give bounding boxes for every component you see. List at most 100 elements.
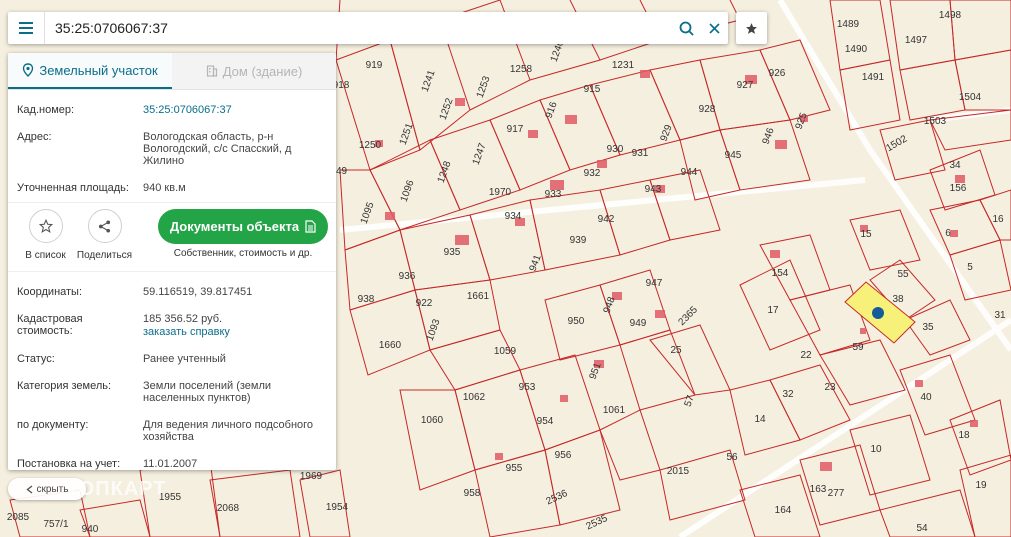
building-icon xyxy=(206,65,217,77)
tab-land-plot[interactable]: Земельный участок xyxy=(8,53,172,89)
parcel-label: 35 xyxy=(922,322,934,333)
info-bottom: Координаты: 59.116519, 39.817451 Кадастр… xyxy=(8,272,336,470)
search-icon xyxy=(679,21,694,36)
parcel-label: 23 xyxy=(824,382,836,393)
search-bar xyxy=(8,12,728,44)
location-marker[interactable] xyxy=(872,307,884,319)
parcel-label: 944 xyxy=(681,167,698,178)
info-row-area: Уточненная площадь: 940 кв.м xyxy=(8,182,336,194)
favorite-button[interactable] xyxy=(736,12,767,44)
clear-button[interactable] xyxy=(700,12,728,44)
parcel-label: 31 xyxy=(994,310,1006,321)
parcel-label: 928 xyxy=(699,104,716,115)
search-button[interactable] xyxy=(672,12,700,44)
parcel-label: 926 xyxy=(769,68,786,79)
parcel-label: 917 xyxy=(507,124,524,135)
share-label: Поделиться xyxy=(76,250,133,261)
chevron-left-icon xyxy=(25,484,32,494)
object-documents-button[interactable]: Документы объекта xyxy=(158,209,328,244)
hide-panel-label: скрыть xyxy=(36,483,69,495)
parcel-label: 10 xyxy=(870,444,882,455)
cadnum-key: Кад.номер: xyxy=(17,104,75,116)
coords-key: Координаты: xyxy=(17,286,83,298)
info-row-status: Статус: Ранее учтенный xyxy=(8,353,336,365)
parcel-label: 1060 xyxy=(421,415,444,426)
parcel-label: 757/1 xyxy=(43,519,68,530)
info-row-registration: Постановка на учет: 11.01.2007 xyxy=(8,458,336,470)
parcel-label: 1490 xyxy=(845,44,868,55)
add-to-list-button[interactable]: В список xyxy=(16,209,75,261)
parcel-label: 14 xyxy=(754,414,766,425)
share-icon xyxy=(98,219,111,233)
search-input[interactable] xyxy=(45,13,672,43)
parcel-label: 945 xyxy=(725,150,742,161)
object-tabs: Земельный участок Дом (здание) xyxy=(8,53,336,90)
parcel-label: 22 xyxy=(800,350,812,361)
parcel-label: 1498 xyxy=(939,10,962,21)
parcel-label: 919 xyxy=(366,60,383,71)
parcel-label: 1660 xyxy=(379,340,402,351)
parcel-label: 927 xyxy=(737,80,754,91)
parcel-label: 59 xyxy=(852,342,864,353)
parcel-label: 953 xyxy=(519,382,536,393)
star-outline-icon xyxy=(38,219,53,233)
pin-icon xyxy=(23,63,34,77)
parcel-label: 915 xyxy=(584,84,601,95)
document-icon xyxy=(305,220,316,233)
menu-button[interactable] xyxy=(8,12,45,44)
parcel-label: 1062 xyxy=(463,392,486,403)
parcel-label: 936 xyxy=(399,271,416,282)
parcel-label: 1503 xyxy=(924,116,947,127)
actions-bar: В список Поделиться Документы объекта Со… xyxy=(8,202,336,272)
parcel-label: 958 xyxy=(464,488,481,499)
parcel-label: 5 xyxy=(967,262,973,273)
info-row-address: Адрес: Вологодская область, р-н Вологодс… xyxy=(8,131,336,167)
docs-block: Документы объекта Собственник, стоимость… xyxy=(158,209,328,259)
parcel-label: 1250 xyxy=(359,140,382,151)
parcel-label: 943 xyxy=(645,184,662,195)
parcel-label: 18 xyxy=(958,430,970,441)
parcel-label: 38 xyxy=(892,294,904,305)
info-row-document: по документу: Для ведения личного подсоб… xyxy=(8,419,336,443)
parcel-label: 16 xyxy=(992,214,1004,225)
parcel-label: 40 xyxy=(920,392,932,403)
registration-key: Постановка на учет: xyxy=(17,458,121,470)
address-key: Адрес: xyxy=(17,131,52,143)
parcel-label: 2015 xyxy=(667,466,690,477)
cost-value-block: 185 356.52 руб. заказать справку xyxy=(143,313,323,338)
document-value: Для ведения личного подсобного хозяйства xyxy=(143,419,314,443)
parcel-label: 940 xyxy=(82,524,99,535)
add-to-list-label: В список xyxy=(25,250,66,261)
order-certificate-link[interactable]: заказать справку xyxy=(143,326,323,338)
hamburger-icon xyxy=(19,22,33,34)
parcel-label: 17 xyxy=(767,305,779,316)
parcel-label: 949 xyxy=(630,318,647,329)
parcel-label: 956 xyxy=(555,450,572,461)
parcel-label: 934 xyxy=(505,211,522,222)
parcel-label: 154 xyxy=(772,268,789,279)
status-key: Статус: xyxy=(17,353,55,365)
parcel-label: 32 xyxy=(782,389,794,400)
parcel-label: 6 xyxy=(945,228,951,239)
parcel-label: 2068 xyxy=(217,503,240,514)
parcel-label: 1497 xyxy=(905,35,928,46)
parcel-label: 932 xyxy=(584,168,601,179)
parcel-label: 947 xyxy=(646,278,663,289)
parcel-label: 938 xyxy=(358,294,375,305)
share-button[interactable]: Поделиться xyxy=(75,209,134,261)
parcel-label: 939 xyxy=(570,235,587,246)
info-panel: Земельный участок Дом (здание) Кад.номер… xyxy=(8,53,336,470)
category-value: Земли поселений (земли населенных пункто… xyxy=(143,380,272,404)
parcel-label: 933 xyxy=(545,189,562,200)
parcel-label: 950 xyxy=(568,316,585,327)
parcel-label: 34 xyxy=(949,160,961,171)
tab-building[interactable]: Дом (здание) xyxy=(172,53,336,89)
parcel-label: 1954 xyxy=(326,502,349,513)
parcel-label: 1491 xyxy=(862,72,885,83)
watermark-logo: ТОПКАРТ xyxy=(66,478,167,500)
parcel-label: 1504 xyxy=(959,92,982,103)
parcel-label: 942 xyxy=(598,214,615,225)
parcel-label: 163 xyxy=(810,484,827,495)
cadnum-value[interactable]: 35:25:0706067:37 xyxy=(143,104,323,116)
parcel-label: 1258 xyxy=(510,64,533,75)
